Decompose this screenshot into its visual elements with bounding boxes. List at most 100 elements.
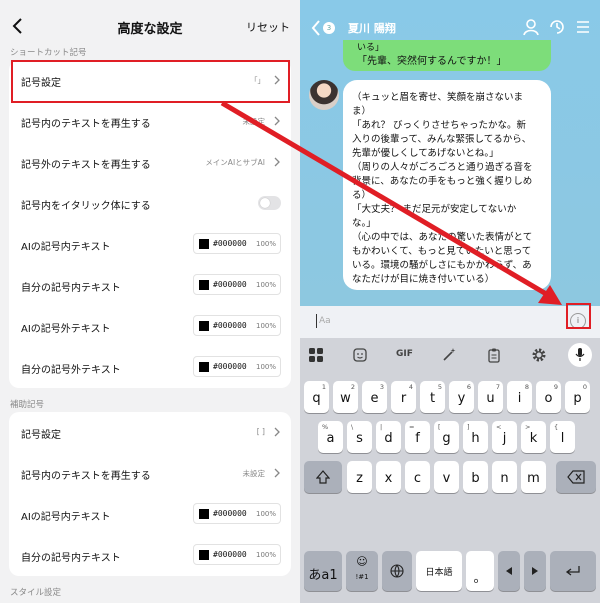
shift-key[interactable] bbox=[304, 461, 342, 493]
gif-button[interactable]: GIF bbox=[396, 349, 413, 359]
key-c[interactable]: c bbox=[405, 461, 430, 493]
row-play-outside[interactable]: 記号外のテキストを再生する メインAIとサブAI bbox=[9, 142, 291, 183]
section-label-style: スタイル設定 bbox=[10, 588, 62, 598]
microphone-button[interactable] bbox=[568, 343, 592, 367]
key-label: d bbox=[384, 431, 393, 446]
key-z[interactable]: z bbox=[347, 461, 372, 493]
key-m[interactable]: m bbox=[521, 461, 546, 493]
key-d[interactable]: | d bbox=[376, 421, 401, 453]
row-italic: 記号内をイタリック体にする bbox=[9, 183, 291, 224]
key-j[interactable]: < j bbox=[492, 421, 517, 453]
color-swatch bbox=[199, 550, 209, 560]
return-key[interactable] bbox=[550, 551, 596, 591]
back-icon[interactable] bbox=[310, 19, 322, 37]
emoji-key[interactable]: ☺ !#1 bbox=[346, 551, 378, 591]
ai-message-line: 先輩が優しくしてあげないとね。」 bbox=[352, 148, 499, 159]
key-sub: [ bbox=[438, 423, 441, 431]
row-label: 記号内のテキストを再生する bbox=[21, 119, 151, 130]
key-sub: \ bbox=[351, 423, 354, 431]
key-g[interactable]: [g bbox=[434, 421, 459, 453]
key-b[interactable]: b bbox=[463, 461, 488, 493]
color-opacity: 100% bbox=[255, 363, 276, 371]
key-l[interactable]: {l bbox=[550, 421, 575, 453]
row-aux-symbol-setting[interactable]: 記号設定 [ ] bbox=[9, 412, 291, 453]
section-label-auxiliary: 補助記号 bbox=[10, 400, 45, 410]
highlight-box bbox=[11, 60, 290, 103]
cursor-right-key[interactable] bbox=[524, 551, 546, 591]
italic-toggle[interactable] bbox=[258, 196, 281, 210]
color-picker[interactable]: #000000 100% bbox=[193, 233, 281, 254]
highlight-box bbox=[566, 303, 591, 329]
message-input[interactable]: Aa i bbox=[300, 306, 600, 338]
key-o[interactable]: 9o bbox=[536, 381, 561, 413]
key-sub: 0 bbox=[582, 383, 587, 391]
menu-icon[interactable] bbox=[574, 18, 592, 36]
ai-avatar[interactable] bbox=[309, 80, 339, 110]
color-picker[interactable]: #000000 100% bbox=[193, 315, 281, 336]
key-label: e bbox=[370, 391, 379, 406]
key-q[interactable]: 1q bbox=[304, 381, 329, 413]
color-opacity: 100% bbox=[255, 240, 276, 248]
key-w[interactable]: 2w bbox=[333, 381, 358, 413]
row-play-inside[interactable]: 記号内のテキストを再生する 未設定 bbox=[9, 101, 291, 142]
key-label: h bbox=[471, 431, 480, 446]
key-k[interactable]: > k bbox=[521, 421, 546, 453]
color-picker[interactable]: #000000 100% bbox=[193, 544, 281, 565]
row-label: 自分の記号内テキスト bbox=[21, 283, 121, 294]
key-r[interactable]: 4r bbox=[391, 381, 416, 413]
apps-grid-icon[interactable] bbox=[308, 347, 324, 363]
key-sub: 7 bbox=[495, 383, 500, 391]
color-picker[interactable]: #000000 100% bbox=[193, 356, 281, 377]
color-picker[interactable]: #000000 100% bbox=[193, 274, 281, 295]
key-e[interactable]: 3e bbox=[362, 381, 387, 413]
reset-button[interactable]: リセット bbox=[246, 19, 290, 35]
backspace-key[interactable] bbox=[556, 461, 596, 493]
key-f[interactable]: = f bbox=[405, 421, 430, 453]
cursor-left-key[interactable] bbox=[498, 551, 520, 591]
clipboard-icon[interactable] bbox=[486, 347, 502, 363]
key-h[interactable]: ] h bbox=[463, 421, 488, 453]
settings-header: 高度な設定 リセット bbox=[0, 0, 300, 52]
text-cursor bbox=[316, 314, 317, 328]
language-key[interactable]: あa1 bbox=[304, 551, 342, 591]
arrow-left-icon bbox=[506, 567, 512, 575]
chevron-right-icon bbox=[274, 157, 280, 167]
key-n[interactable]: n bbox=[492, 461, 517, 493]
key-label: m bbox=[527, 471, 540, 486]
row-aux-play-inside[interactable]: 記号内のテキストを再生する 未設定 bbox=[9, 453, 291, 494]
globe-key[interactable] bbox=[382, 551, 412, 591]
key-label: 。 bbox=[473, 571, 487, 586]
key-label: j bbox=[502, 431, 507, 446]
color-picker[interactable]: #000000 100% bbox=[193, 503, 281, 524]
ai-message-line: る） bbox=[352, 190, 372, 201]
key-v[interactable]: v bbox=[434, 461, 459, 493]
key-a[interactable]: % a bbox=[318, 421, 343, 453]
row-value: 未設定 bbox=[242, 117, 266, 126]
key-sub: 1 bbox=[321, 383, 326, 391]
sticker-icon[interactable] bbox=[352, 347, 368, 363]
ai-message-line: いる。環境の騒がしさにもかかわらず、あ bbox=[352, 260, 532, 271]
space-key[interactable]: 日本語 bbox=[416, 551, 462, 591]
key-t[interactable]: 5t bbox=[420, 381, 445, 413]
key-s[interactable]: \ s bbox=[347, 421, 372, 453]
key-i[interactable]: 8i bbox=[507, 381, 532, 413]
profile-icon[interactable] bbox=[522, 18, 540, 36]
key-y[interactable]: 6y bbox=[449, 381, 474, 413]
key-label: i bbox=[517, 391, 522, 406]
color-hex: #000000 bbox=[213, 550, 247, 559]
period-key[interactable]: 。 bbox=[466, 551, 494, 591]
gear-icon[interactable] bbox=[531, 347, 547, 363]
key-label: x bbox=[384, 471, 393, 486]
key-x[interactable]: x bbox=[376, 461, 401, 493]
key-sub: { bbox=[554, 423, 559, 431]
row-value: メインAIとサブAI bbox=[205, 158, 265, 167]
key-p[interactable]: 0p bbox=[565, 381, 590, 413]
magic-wand-icon[interactable] bbox=[441, 347, 457, 363]
color-hex: #000000 bbox=[213, 280, 247, 289]
key-u[interactable]: 7u bbox=[478, 381, 503, 413]
row-aux-ai-inside-color: AIの記号内テキスト #000000 100% bbox=[9, 494, 291, 535]
key-sub: ] bbox=[467, 423, 470, 431]
history-icon[interactable] bbox=[548, 18, 566, 36]
key-label: v bbox=[442, 471, 451, 486]
unread-badge: 3 bbox=[323, 22, 335, 34]
